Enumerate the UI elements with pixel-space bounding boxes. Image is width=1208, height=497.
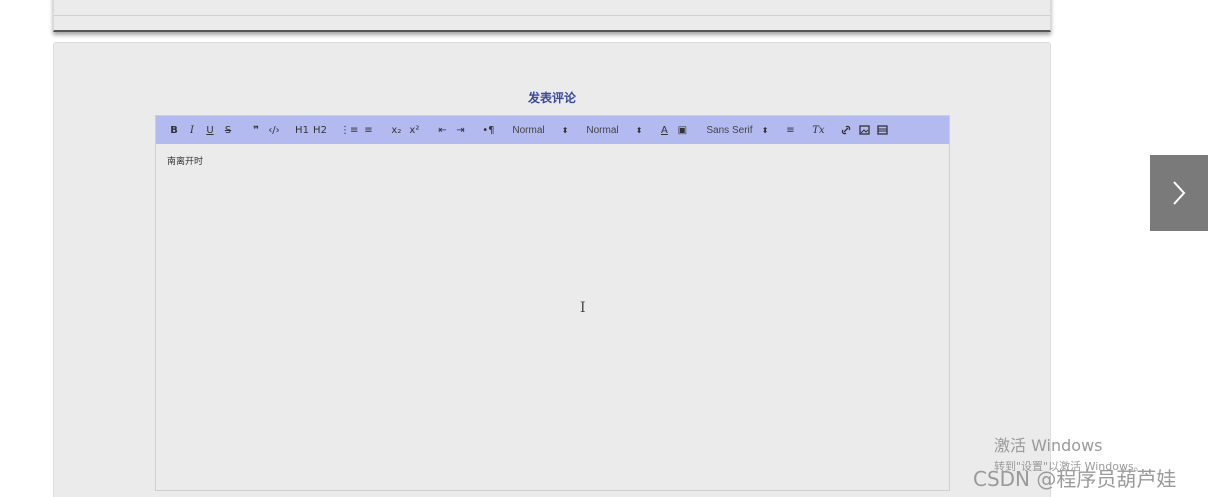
italic-button[interactable]: I bbox=[184, 121, 200, 139]
video-button[interactable] bbox=[874, 121, 890, 139]
size-select[interactable]: Normal ⬍ bbox=[508, 121, 572, 139]
image-icon bbox=[859, 125, 870, 135]
text-cursor-icon: I bbox=[580, 300, 586, 316]
editor-text: 南离开时 bbox=[167, 157, 204, 167]
divider bbox=[54, 15, 1050, 16]
font-color-button[interactable]: A bbox=[656, 121, 672, 139]
comment-title: 发表评论 bbox=[527, 91, 576, 105]
select-arrow-icon: ⬍ bbox=[761, 125, 769, 135]
background-color-button[interactable]: ▣ bbox=[674, 121, 690, 139]
text-direction-button[interactable]: •¶ bbox=[480, 121, 496, 139]
blockquote-button[interactable]: ❞ bbox=[248, 121, 264, 139]
size-select-value: Normal bbox=[512, 124, 545, 136]
activation-title: 激活 Windows bbox=[994, 436, 1103, 455]
align-button[interactable]: ≡ bbox=[782, 121, 798, 139]
editor-content-area[interactable]: 南离开时 bbox=[156, 144, 949, 490]
h2-button[interactable]: H2 bbox=[312, 121, 328, 139]
underline-button[interactable]: U bbox=[202, 121, 218, 139]
comment-card: 发表评论 B I U S ❞ ‹/› H1 H2 ⋮≡ ≡ x₂ x² ⇤ ⇥ … bbox=[53, 42, 1051, 497]
previous-card bbox=[53, 0, 1051, 32]
select-arrow-icon: ⬍ bbox=[635, 125, 643, 135]
link-icon bbox=[842, 125, 851, 135]
image-button[interactable] bbox=[856, 121, 872, 139]
bullet-list-button[interactable]: ≡ bbox=[360, 121, 376, 139]
csdn-watermark: CSDN @程序员葫芦娃 bbox=[973, 467, 1177, 491]
outdent-button[interactable]: ⇤ bbox=[434, 121, 450, 139]
font-select-value: Sans Serif bbox=[706, 124, 753, 136]
header-select[interactable]: Normal ⬍ bbox=[582, 121, 646, 139]
chevron-right-icon bbox=[1173, 181, 1186, 205]
h1-button[interactable]: H1 bbox=[294, 121, 310, 139]
header-select-value: Normal bbox=[586, 124, 619, 136]
page: 发表评论 B I U S ❞ ‹/› H1 H2 ⋮≡ ≡ x₂ x² ⇤ ⇥ … bbox=[0, 0, 1208, 497]
subscript-button[interactable]: x₂ bbox=[388, 121, 404, 139]
code-button[interactable]: ‹/› bbox=[266, 121, 282, 139]
next-page-button[interactable] bbox=[1150, 155, 1208, 231]
ordered-list-button[interactable]: ⋮≡ bbox=[340, 121, 358, 139]
font-select[interactable]: Sans Serif ⬍ bbox=[702, 121, 772, 139]
link-button[interactable] bbox=[838, 121, 854, 139]
bold-button[interactable]: B bbox=[166, 121, 182, 139]
strike-button[interactable]: S bbox=[220, 121, 236, 139]
superscript-button[interactable]: x² bbox=[406, 121, 422, 139]
video-icon bbox=[877, 125, 888, 135]
indent-button[interactable]: ⇥ bbox=[452, 121, 468, 139]
editor-toolbar: B I U S ❞ ‹/› H1 H2 ⋮≡ ≡ x₂ x² ⇤ ⇥ •¶ No… bbox=[156, 116, 949, 144]
rich-text-editor: B I U S ❞ ‹/› H1 H2 ⋮≡ ≡ x₂ x² ⇤ ⇥ •¶ No… bbox=[155, 115, 950, 491]
select-arrow-icon: ⬍ bbox=[561, 125, 569, 135]
clean-format-button[interactable]: Tx bbox=[810, 121, 826, 139]
